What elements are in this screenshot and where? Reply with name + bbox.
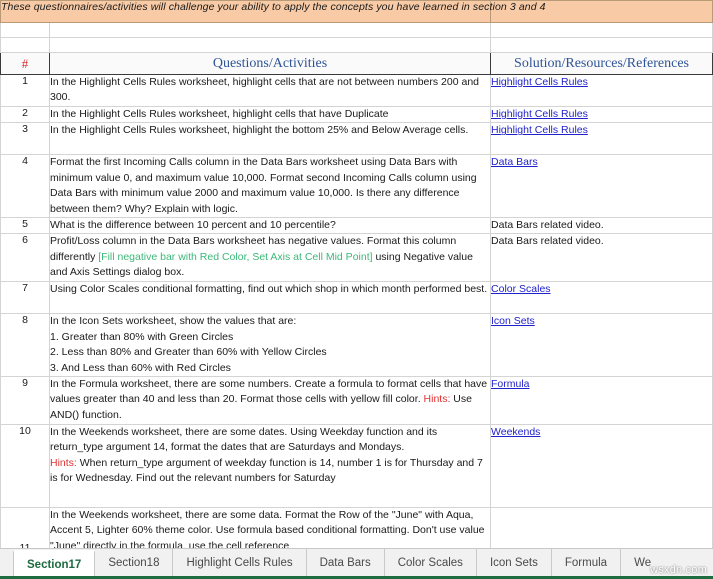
sheet-tabs: Section17 Section18 Highlight Cells Rule… [13, 549, 651, 577]
row-number: 3 [1, 123, 50, 155]
question-text-part2: When return_type argument of weekday fun… [50, 457, 483, 484]
solution-link[interactable]: Data Bars [491, 156, 538, 168]
solution-link[interactable]: Formula [491, 378, 530, 390]
solution-link[interactable]: Highlight Cells Rules [491, 124, 588, 136]
row-question: Format the first Incoming Calls column i… [50, 155, 491, 218]
row-solution: Highlight Cells Rules [491, 107, 713, 123]
solution-link[interactable]: Weekends [491, 426, 540, 438]
sheet-tab-color-scales[interactable]: Color Scales [385, 549, 477, 577]
sheet-tab-highlight-cells-rules[interactable]: Highlight Cells Rules [173, 549, 306, 577]
question-text-part1: In the Formula worksheet, there are some… [50, 378, 487, 405]
question-text-part1: In the Weekends worksheet, there are som… [50, 426, 437, 453]
column-header-number: # [1, 53, 50, 75]
questions-table: These questionnaires/activities will cha… [0, 0, 713, 548]
row-number: 9 [1, 377, 50, 425]
table-row: 7 Using Color Scales conditional formatt… [1, 282, 713, 314]
row-number: 6 [1, 234, 50, 282]
spacer-cell-c [491, 23, 713, 38]
sheet-tab-bar: Section17 Section18 Highlight Cells Rule… [0, 548, 713, 579]
spacer2-cell-a [1, 38, 50, 53]
row-solution: Weekends [491, 425, 713, 508]
row-number: 1 [1, 75, 50, 107]
table-row: 1 In the Highlight Cells Rules worksheet… [1, 75, 713, 107]
row-number: 5 [1, 218, 50, 234]
row-question: What is the difference between 10 percen… [50, 218, 491, 234]
solution-link[interactable]: Icon Sets [491, 315, 535, 327]
table-row: 9 In the Formula worksheet, there are so… [1, 377, 713, 425]
row-solution: Formula [491, 377, 713, 425]
row-number: 2 [1, 107, 50, 123]
row-question: In the Weekends worksheet, there are som… [50, 425, 491, 508]
table-row: 6 Profit/Loss column in the Data Bars wo… [1, 234, 713, 282]
table-row: 5 What is the difference between 10 perc… [1, 218, 713, 234]
table-row: 11 In the Weekends worksheet, there are … [1, 508, 713, 548]
row-question: In the Weekends worksheet, there are som… [50, 508, 491, 548]
column-header-questions: Questions/Activities [50, 53, 491, 75]
row-solution: Highlight Cells Rules [491, 75, 713, 107]
banner-text: These questionnaires/activities will cha… [1, 1, 491, 23]
solution-link[interactable]: Color Scales [491, 283, 551, 295]
row-solution: Icon Sets [491, 314, 713, 377]
row-solution: Highlight Cells Rules [491, 123, 713, 155]
question-hint-label: Hints: [424, 393, 451, 405]
row-solution: Data Bars [491, 155, 713, 218]
table-row: 8 In the Icon Sets worksheet, show the v… [1, 314, 713, 377]
sheet-tab-weekends-clipped[interactable]: We [621, 549, 651, 577]
row-question: In the Formula worksheet, there are some… [50, 377, 491, 425]
row-question: In the Highlight Cells Rules worksheet, … [50, 123, 491, 155]
spacer-row-2 [1, 38, 713, 53]
spacer-row-1 [1, 23, 713, 38]
row-number: 8 [1, 314, 50, 377]
banner-row: These questionnaires/activities will cha… [1, 1, 713, 23]
question-line: 2. Less than 80% and Greater than 60% wi… [50, 345, 490, 360]
table-row: 3 In the Highlight Cells Rules worksheet… [1, 123, 713, 155]
row-solution: Color Scales [491, 282, 713, 314]
row-solution: Data Bars related video. [491, 234, 713, 282]
sheet-tab-data-bars[interactable]: Data Bars [307, 549, 385, 577]
table-row: 10 In the Weekends worksheet, there are … [1, 425, 713, 508]
row-question: Profit/Loss column in the Data Bars work… [50, 234, 491, 282]
solution-link[interactable]: Highlight Cells Rules [491, 76, 588, 88]
row-question: Using Color Scales conditional formattin… [50, 282, 491, 314]
sheet-tab-icon-sets[interactable]: Icon Sets [477, 549, 552, 577]
spacer2-cell-c [491, 38, 713, 53]
table-row: 4 Format the first Incoming Calls column… [1, 155, 713, 218]
row-number: 11 [1, 508, 50, 548]
column-header-solutions: Solution/Resources/References [491, 53, 713, 75]
question-line: 3. And Less than 60% with Red Circles [50, 361, 490, 376]
question-hint-label: Hints: [50, 457, 77, 469]
row-solution [491, 508, 713, 548]
question-line: 1. Greater than 80% with Green Circles [50, 330, 490, 345]
solution-link[interactable]: Highlight Cells Rules [491, 108, 588, 120]
row-question: In the Highlight Cells Rules worksheet, … [50, 75, 491, 107]
spacer2-cell-b [50, 38, 491, 53]
row-number: 7 [1, 282, 50, 314]
table-row: 2 In the Highlight Cells Rules worksheet… [1, 107, 713, 123]
watermark: wsxdn.com [650, 564, 707, 576]
spacer-cell-a [1, 23, 50, 38]
question-note: [Fill negative bar with Red Color, Set A… [98, 251, 372, 263]
worksheet-grid: These questionnaires/activities will cha… [0, 0, 713, 548]
spacer-cell-b [50, 23, 491, 38]
table-header-row: # Questions/Activities Solution/Resource… [1, 53, 713, 75]
sheet-tab-formula[interactable]: Formula [552, 549, 621, 577]
row-solution: Data Bars related video. [491, 218, 713, 234]
row-number: 10 [1, 425, 50, 508]
question-line: In the Icon Sets worksheet, show the val… [50, 314, 490, 329]
row-question: In the Highlight Cells Rules worksheet, … [50, 107, 491, 123]
sheet-tab-section18[interactable]: Section18 [95, 549, 173, 577]
row-number: 4 [1, 155, 50, 218]
row-question: In the Icon Sets worksheet, show the val… [50, 314, 491, 377]
sheet-tab-section17[interactable]: Section17 [13, 550, 95, 577]
